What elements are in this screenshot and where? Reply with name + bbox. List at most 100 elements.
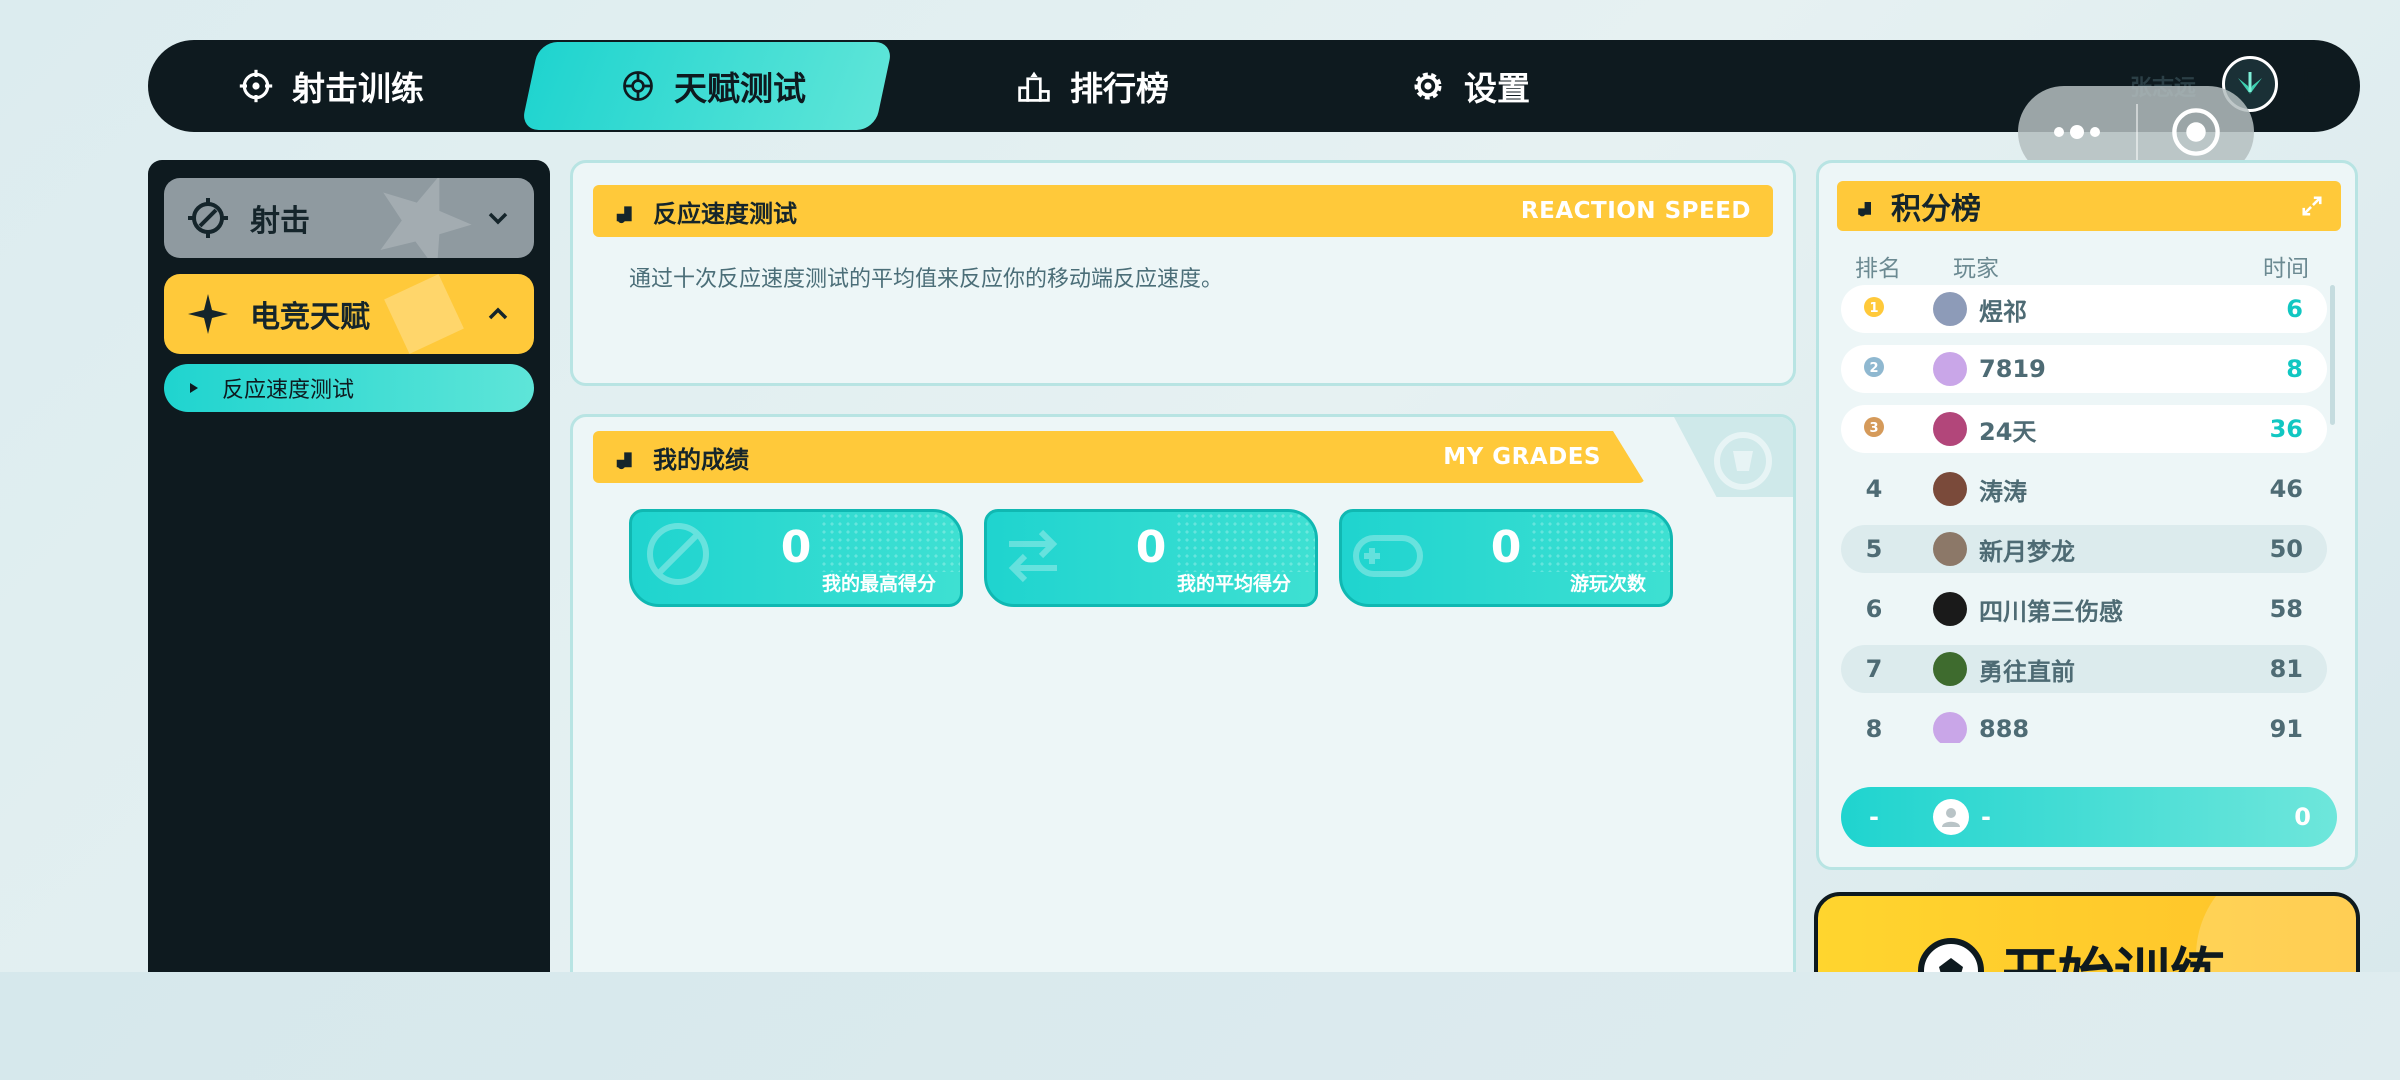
rank-number: 7 (1865, 655, 1883, 683)
stat-label: 我的最高得分 (821, 573, 936, 595)
player-time: 81 (2269, 655, 2303, 683)
stat-label: 游玩次数 (1569, 573, 1646, 595)
stat-card-best-score: 0 我的最高得分 (629, 509, 963, 607)
gear-icon (1414, 72, 1442, 100)
player-name: 四川第三伤感 (1979, 597, 2123, 626)
player-time: 8 (2286, 355, 2303, 383)
svg-text:2: 2 (1869, 361, 1878, 376)
bronze-medal-icon: 3 (1864, 417, 1884, 437)
avatar (1933, 712, 1967, 743)
leaderboard-list[interactable]: 1 煜祁 6 2 7819 8 3 24天 36 4 涛涛 46 5 新月梦龙 … (1841, 285, 2327, 743)
rank-number: 8 (1865, 715, 1883, 743)
player-time: 6 (2286, 295, 2303, 323)
grades-title: 我的成绩 (653, 445, 749, 474)
close-capsule-button[interactable] (2138, 105, 2254, 159)
header-player: 玩家 (1953, 256, 1999, 282)
leaderboard-title: 积分榜 (1891, 192, 1981, 227)
chevron-up-icon (488, 307, 508, 320)
stat-value: 0 (1135, 522, 1167, 573)
header-time: 时间 (2263, 256, 2309, 282)
avatar (1933, 412, 1967, 446)
nav-tab-leaderboard[interactable]: 排行榜 (1016, 40, 1169, 132)
leaderboard-scrollbar[interactable] (2330, 285, 2335, 425)
podium-icon (1018, 71, 1050, 102)
svg-text:3: 3 (1869, 421, 1878, 436)
podium-small-icon (616, 452, 632, 470)
stat-card-play-count: 0 游玩次数 (1339, 509, 1673, 607)
player-time: 46 (2269, 475, 2303, 503)
radar-icon (623, 71, 653, 101)
stat-label: 我的平均得分 (1176, 573, 1291, 595)
rank-number: 4 (1865, 475, 1883, 503)
sub-item-reaction-speed-test[interactable]: 反应速度测试 (164, 364, 534, 412)
leaderboard-row[interactable]: 5 新月梦龙 50 (1841, 525, 2327, 573)
bottom-background (0, 972, 2400, 1080)
avatar (1933, 352, 1967, 386)
gold-medal-icon: 1 (1864, 297, 1884, 317)
category-shooting[interactable]: 射击 (164, 178, 534, 258)
player-name: 煜祁 (1979, 297, 2027, 326)
my-rank: - (1869, 803, 1879, 831)
chevron-down-icon (488, 212, 508, 225)
leaderboard-row[interactable]: 3 24天 36 (1841, 405, 2327, 453)
player-name: 24天 (1979, 417, 2037, 446)
grades-corner-decoration (1674, 417, 1793, 497)
player-name: 7819 (1979, 355, 2046, 383)
grades-title-bar: 我的成绩 MY GRADES (593, 431, 1645, 483)
leaderboard-panel: 积分榜 排名 玩家 时间 1 煜祁 6 2 7819 8 3 24天 36 4 (1816, 160, 2358, 870)
player-time: 36 (2269, 415, 2303, 443)
more-options-button[interactable] (2018, 125, 2136, 139)
reaction-title-en: REACTION SPEED (1520, 198, 1751, 224)
nav-label: 排行榜 (1070, 69, 1169, 108)
sparkle-icon (188, 294, 228, 334)
avatar (1933, 652, 1967, 686)
player-name: 888 (1979, 715, 2030, 743)
avatar (1933, 292, 1967, 326)
crosshair-ball-icon (188, 198, 228, 238)
podium-small-icon (1858, 202, 1871, 217)
my-time: 0 (2294, 803, 2311, 831)
sub-item-label: 反应速度测试 (222, 378, 355, 403)
my-grades-panel: 我的成绩 MY GRADES 0 我的最高得分 0 我的平均得分 0 游玩次数 (570, 414, 1796, 1014)
player-name: 涛涛 (1979, 477, 2027, 506)
rank-number: 6 (1865, 595, 1883, 623)
reaction-title-bar: 反应速度测试 REACTION SPEED (593, 185, 1773, 237)
stat-value: 0 (780, 522, 812, 573)
nav-tab-settings[interactable]: 设置 (1410, 40, 1530, 132)
podium-small-icon (616, 206, 632, 224)
logout-icon[interactable] (2300, 64, 2340, 104)
category-label: 电竞天赋 (250, 300, 370, 335)
leaderboard-row[interactable]: 2 7819 8 (1841, 345, 2327, 393)
nav-tab-talent-test[interactable]: 天赋测试 (620, 40, 806, 132)
grades-title-en: MY GRADES (1443, 444, 1601, 470)
nav-label: 设置 (1464, 69, 1530, 108)
silver-medal-icon: 2 (1864, 357, 1884, 377)
nav-label: 射击训练 (292, 69, 424, 108)
stat-value: 0 (1490, 522, 1522, 573)
leaderboard-row[interactable]: 6 四川第三伤感 58 (1841, 585, 2327, 633)
expand-icon[interactable] (2301, 195, 2323, 217)
category-sidebar: 射击 电竞天赋 反应速度测试 (148, 160, 550, 980)
leaderboard-row[interactable]: 1 煜祁 6 (1841, 285, 2327, 333)
category-esports-talent[interactable]: 电竞天赋 (164, 274, 534, 354)
player-time: 50 (2269, 535, 2303, 563)
leaderboard-row[interactable]: 4 涛涛 46 (1841, 465, 2327, 513)
reaction-description: 通过十次反应速度测试的平均值来反应你的移动端反应速度。 (629, 267, 1224, 292)
category-label: 射击 (250, 204, 310, 239)
play-triangle-icon (190, 383, 198, 393)
my-avatar (1933, 799, 1969, 835)
close-target-icon (2172, 108, 2220, 156)
leaderboard-title-bar: 积分榜 (1837, 181, 2341, 231)
player-name: 新月梦龙 (1979, 537, 2075, 566)
star-watermark-icon (380, 178, 472, 258)
leaderboard-row[interactable]: 7 勇往直前 81 (1841, 645, 2327, 693)
nav-label: 天赋测试 (674, 69, 806, 108)
reaction-title: 反应速度测试 (653, 199, 797, 228)
player-time: 91 (2269, 715, 2303, 743)
avatar (1933, 532, 1967, 566)
leaderboard-row[interactable]: 8 888 91 (1841, 705, 2327, 743)
avatar (1933, 472, 1967, 506)
avatar (1933, 592, 1967, 626)
svg-text:1: 1 (1869, 301, 1878, 316)
nav-tab-shooting-training[interactable]: 射击训练 (238, 40, 424, 132)
